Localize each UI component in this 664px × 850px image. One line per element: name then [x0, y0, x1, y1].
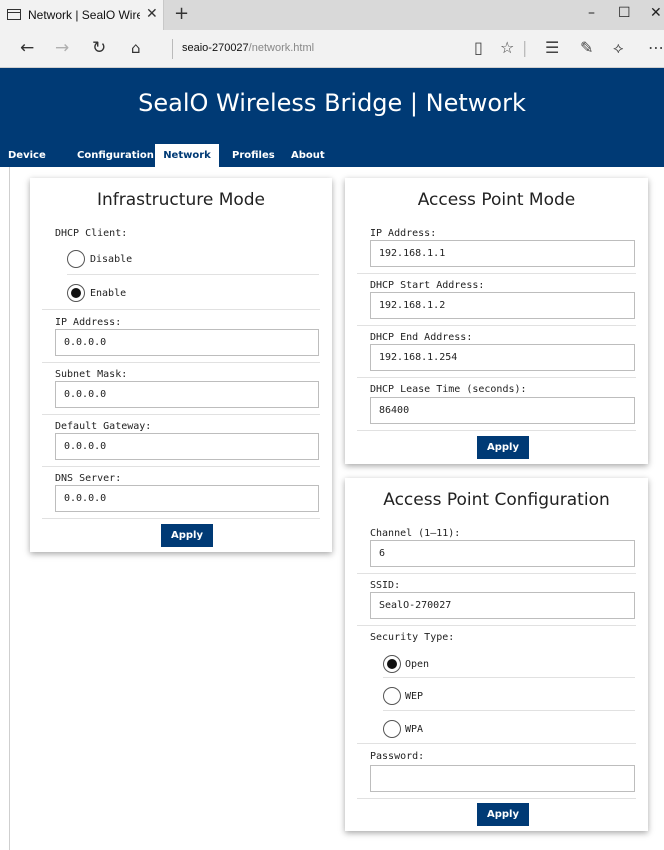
browser-tab[interactable]: Network | SealO Wireless Bridge | Networ… — [0, 0, 164, 30]
divider — [42, 362, 320, 363]
divider — [42, 309, 320, 310]
channel-input[interactable]: 6 — [370, 540, 635, 567]
hub-icon[interactable]: ☰ — [545, 38, 559, 57]
infrastructure-apply-button[interactable]: Apply — [161, 524, 213, 547]
divider — [383, 677, 635, 678]
address-separator — [172, 39, 173, 59]
web-note-icon[interactable]: ✎ — [580, 38, 593, 57]
dhcp-start-input[interactable]: 192.168.1.2 — [370, 292, 635, 319]
ap-ip-address-label: IP Address: — [370, 228, 437, 239]
tab-title: Network | SealO Wireless Bridge | Networ… — [28, 8, 140, 22]
security-open-label: Open — [405, 659, 430, 670]
channel-label: Channel (1–11): — [370, 528, 461, 539]
lease-time-input[interactable]: 86400 — [370, 397, 635, 424]
url-field[interactable]: seaio-270027/network.html — [182, 42, 314, 54]
dhcp-end-label: DHCP End Address: — [370, 332, 473, 343]
password-label: Password: — [370, 751, 425, 762]
site-header: SealO Wireless Bridge | Network Device C… — [0, 68, 664, 167]
divider — [357, 798, 636, 799]
divider — [357, 430, 636, 431]
back-arrow-icon[interactable]: ← — [20, 38, 34, 58]
page-title: SealO Wireless Bridge | Network — [138, 89, 526, 117]
dhcp-disable-radio[interactable] — [67, 250, 85, 268]
dhcp-disable-label: Disable — [90, 254, 133, 265]
divider — [42, 466, 320, 467]
security-wep-radio[interactable] — [383, 687, 401, 705]
maximize-icon[interactable]: ☐ — [618, 5, 631, 21]
divider — [42, 414, 320, 415]
lease-time-label: DHCP Lease Time (seconds): — [370, 384, 527, 395]
ssid-input[interactable]: SealO-270027 — [370, 592, 635, 619]
ssid-label: SSID: — [370, 580, 401, 591]
nav-profiles[interactable]: Profiles — [224, 144, 283, 167]
dhcp-end-input[interactable]: 192.168.1.254 — [370, 344, 635, 371]
access-point-mode-card: Access Point Mode IP Address: 192.168.1.… — [345, 178, 648, 464]
subnet-mask-input[interactable]: 0.0.0.0 — [55, 381, 319, 408]
browser-tab-bar: Network | SealO Wireless Bridge | Networ… — [0, 0, 664, 30]
divider — [357, 743, 636, 744]
nav-device[interactable]: Device — [0, 144, 54, 167]
security-type-label: Security Type: — [370, 632, 455, 643]
divider — [357, 325, 636, 326]
toolbar-separator: | — [522, 38, 528, 57]
ap-config-title: Access Point Configuration — [383, 490, 610, 510]
dns-server-input[interactable]: 0.0.0.0 — [55, 485, 319, 512]
more-icon[interactable]: ⋯ — [648, 38, 664, 57]
url-path: /network.html — [248, 42, 315, 54]
ip-address-input[interactable]: 0.0.0.0 — [55, 329, 319, 356]
page-icon — [7, 9, 21, 20]
infrastructure-title: Infrastructure Mode — [96, 190, 266, 210]
default-gateway-input[interactable]: 0.0.0.0 — [55, 433, 319, 460]
password-input[interactable] — [370, 765, 635, 792]
address-bar: ← → ↻ ⌂ seaio-270027/network.html ▯ ☆ | … — [0, 30, 664, 68]
infrastructure-mode-card: Infrastructure Mode DHCP Client: Disable… — [30, 178, 332, 552]
ap-ip-address-input[interactable]: 192.168.1.1 — [370, 240, 635, 267]
divider — [357, 625, 636, 626]
ip-address-label: IP Address: — [55, 317, 122, 328]
nav-network[interactable]: Network — [155, 144, 219, 167]
security-wep-label: WEP — [405, 691, 424, 702]
default-gateway-label: Default Gateway: — [55, 421, 152, 432]
divider — [383, 710, 635, 711]
url-host: seaio-270027 — [182, 42, 249, 54]
dns-server-label: DNS Server: — [55, 473, 122, 484]
subnet-mask-label: Subnet Mask: — [55, 369, 128, 380]
divider — [42, 518, 320, 519]
divider — [357, 573, 636, 574]
ap-configuration-card: Access Point Configuration Channel (1–11… — [345, 478, 648, 831]
divider — [357, 273, 636, 274]
share-icon[interactable]: ⟡ — [613, 38, 624, 58]
dhcp-start-label: DHCP Start Address: — [370, 280, 485, 291]
security-open-radio[interactable] — [383, 655, 401, 673]
new-tab-button[interactable]: + — [174, 3, 189, 24]
dhcp-enable-label: Enable — [90, 288, 127, 299]
security-wpa-radio[interactable] — [383, 720, 401, 738]
refresh-icon[interactable]: ↻ — [92, 38, 106, 58]
ap-config-apply-button[interactable]: Apply — [477, 803, 529, 826]
access-point-apply-button[interactable]: Apply — [477, 436, 529, 459]
home-icon[interactable]: ⌂ — [131, 39, 141, 57]
security-wpa-label: WPA — [405, 724, 424, 735]
divider — [67, 274, 319, 275]
divider — [357, 377, 636, 378]
nav-about[interactable]: About — [283, 144, 333, 167]
forward-arrow-icon[interactable]: → — [55, 38, 69, 58]
favorite-star-icon[interactable]: ☆ — [500, 38, 514, 57]
access-point-title: Access Point Mode — [417, 190, 576, 210]
dhcp-enable-radio[interactable] — [67, 284, 85, 302]
page-edge — [9, 167, 10, 850]
nav-configuration[interactable]: Configuration — [69, 144, 162, 167]
close-tab-icon[interactable]: ✕ — [146, 6, 158, 22]
reading-view-icon[interactable]: ▯ — [474, 38, 483, 57]
close-window-icon[interactable]: ✕ — [650, 5, 662, 21]
dhcp-client-label: DHCP Client: — [55, 228, 128, 239]
minimize-icon[interactable]: – — [588, 5, 595, 21]
